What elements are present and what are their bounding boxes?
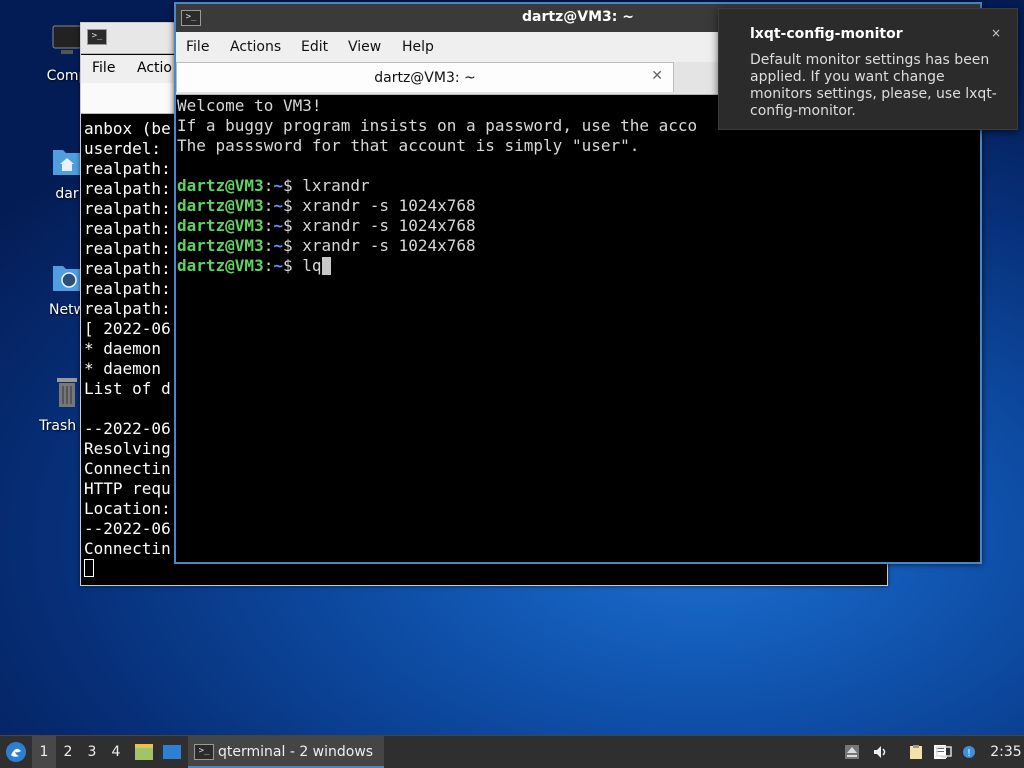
workspace-2[interactable]: 2: [56, 736, 80, 768]
taskbar: 1 2 3 4 >_ qterminal - 2 windows ! 2:35: [0, 735, 1024, 768]
notification-title: lxqt-config-monitor: [750, 26, 903, 42]
menu-actions[interactable]: Actio: [137, 60, 172, 76]
workspace-3[interactable]: 3: [80, 736, 104, 768]
quicklaunch-file-manager[interactable]: [134, 736, 156, 768]
workspace-1[interactable]: 1: [32, 736, 56, 768]
menu-edit[interactable]: Edit: [301, 39, 328, 55]
tab-close-icon[interactable]: ✕: [651, 68, 663, 84]
command-line: dartz@VM3:~$ lxrandr: [177, 176, 370, 195]
current-input: lq: [292, 256, 322, 275]
text-cursor: [84, 559, 94, 577]
welcome-line: The passsword for that account is simply…: [177, 136, 640, 155]
start-menu-button[interactable]: [4, 736, 28, 768]
menu-actions[interactable]: Actions: [230, 39, 281, 55]
clipboard-icon[interactable]: [908, 744, 924, 760]
task-label: qterminal - 2 windows: [218, 744, 374, 760]
file-manager-icon: [135, 744, 153, 760]
notification-body: Default monitor settings has been applie…: [750, 52, 997, 119]
tab-title: dartz@VM3: ~: [374, 70, 476, 86]
terminal-app-icon: >_: [194, 744, 214, 760]
network-wired-icon[interactable]: [936, 744, 952, 760]
current-input-line[interactable]: dartz@VM3:~$ lq: [177, 256, 980, 276]
menu-view[interactable]: View: [348, 39, 381, 55]
notification-close-icon[interactable]: ×: [991, 26, 1001, 40]
desktop-icon: [163, 745, 181, 759]
lxqt-logo-icon: [6, 742, 26, 762]
trash-icon: [57, 378, 77, 407]
front-terminal-output[interactable]: Welcome to VM3! If a buggy program insist…: [177, 96, 980, 562]
menu-help[interactable]: Help: [402, 39, 434, 55]
command-line: dartz@VM3:~$ xrandr -s 1024x768: [177, 216, 476, 235]
clock[interactable]: 2:35: [990, 736, 1022, 768]
eject-icon[interactable]: [844, 744, 860, 760]
terminal-app-icon: >_: [87, 29, 107, 45]
text-cursor: [321, 257, 331, 275]
terminal-tab[interactable]: dartz@VM3: ~ ✕: [176, 62, 674, 92]
quicklaunch-show-desktop[interactable]: [162, 736, 184, 768]
workspace-4[interactable]: 4: [104, 736, 128, 768]
svg-text:!: !: [967, 748, 971, 759]
command-line: dartz@VM3:~$ xrandr -s 1024x768: [177, 236, 476, 255]
command-line: dartz@VM3:~$ xrandr -s 1024x768: [177, 196, 476, 215]
computer-icon: [52, 25, 82, 54]
menu-file[interactable]: File: [186, 39, 209, 55]
folder-network-icon: [53, 266, 81, 291]
folder-home-icon: [53, 150, 81, 175]
taskbar-task-qterminal[interactable]: >_ qterminal - 2 windows: [188, 736, 384, 768]
volume-icon[interactable]: [872, 744, 888, 760]
menu-file[interactable]: File: [92, 60, 115, 76]
update-notifier-icon[interactable]: !: [962, 744, 978, 760]
notification-popup[interactable]: lxqt-config-monitor × Default monitor se…: [718, 8, 1018, 130]
